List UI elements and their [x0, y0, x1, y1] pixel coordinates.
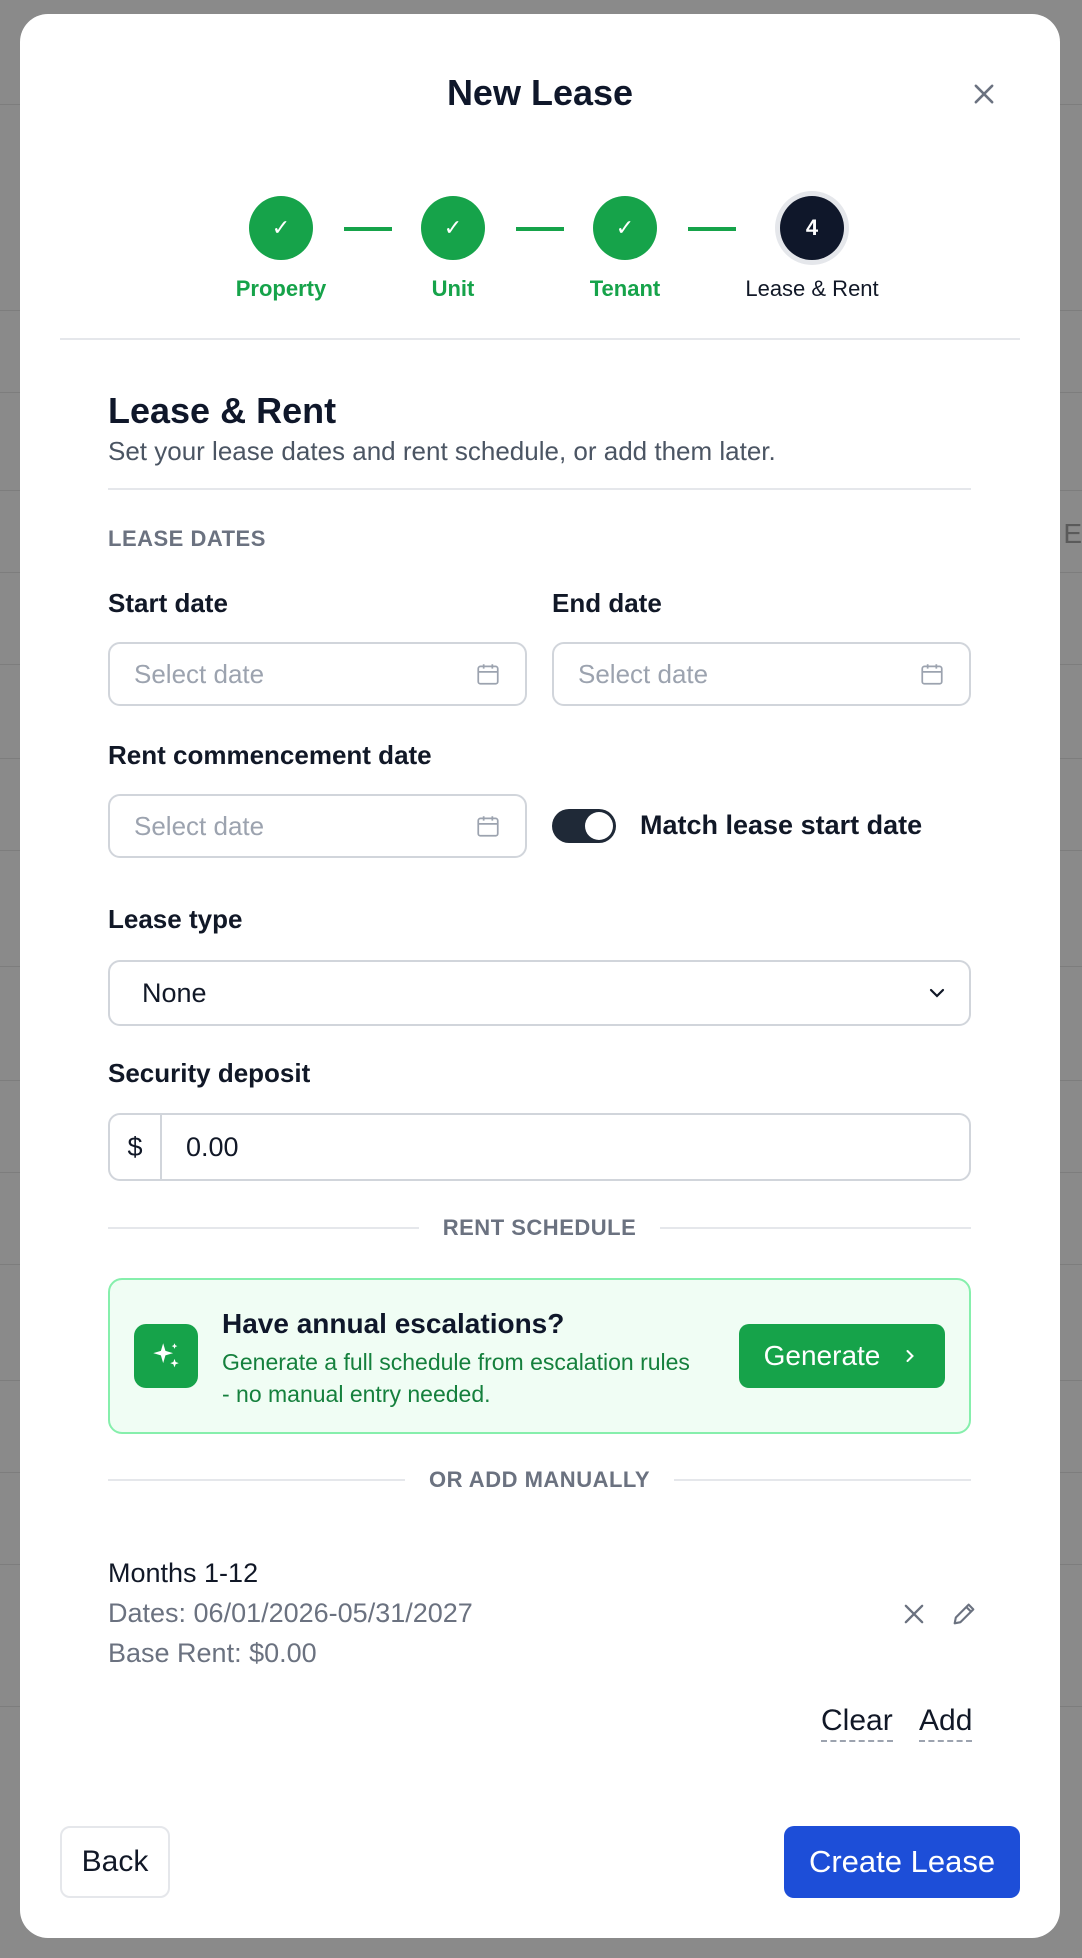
- step-unit[interactable]: ✓ Unit: [368, 196, 538, 302]
- currency-prefix: $: [110, 1115, 162, 1179]
- commencement-date-picker[interactable]: [108, 794, 527, 858]
- step-lease-rent[interactable]: 4 Lease & Rent: [712, 196, 912, 302]
- step-complete-check-icon: ✓: [421, 196, 485, 260]
- step-label: Tenant: [589, 276, 661, 301]
- rent-schedule-divider: RENT SCHEDULE: [108, 1215, 972, 1240]
- section-subtitle: Set your lease dates and rent schedule, …: [108, 436, 776, 466]
- step-label: Property: [235, 276, 327, 301]
- step-property[interactable]: ✓ Property: [196, 196, 366, 302]
- manual-entry-divider: OR ADD MANUALLY: [108, 1467, 972, 1492]
- row-dates: Dates: 06/01/2026-05/31/2027: [108, 1598, 473, 1628]
- escalation-description: Generate a full schedule from escalation…: [222, 1349, 690, 1407]
- back-button[interactable]: Back: [60, 1826, 170, 1898]
- escalation-callout: Have annual escalations? Generate a full…: [108, 1278, 971, 1434]
- section-title: Lease & Rent: [108, 390, 337, 431]
- generate-button[interactable]: Generate: [739, 1324, 945, 1388]
- manual-entry-heading: OR ADD MANUALLY: [429, 1467, 650, 1492]
- security-deposit-label: Security deposit: [108, 1058, 311, 1088]
- step-label: Unit: [431, 276, 475, 301]
- close-icon: [904, 1604, 924, 1624]
- edit-row-button[interactable]: [946, 1596, 982, 1632]
- chevron-right-icon: [906, 1350, 915, 1362]
- start-date-input[interactable]: [134, 658, 475, 690]
- escalation-title: Have annual escalations?: [222, 1308, 565, 1339]
- lease-dates-heading: LEASE DATES: [108, 526, 266, 551]
- add-row-button[interactable]: Add: [919, 1704, 973, 1742]
- row-period: Months 1-12: [108, 1558, 259, 1588]
- create-lease-button[interactable]: Create Lease: [784, 1826, 1020, 1898]
- rent-schedule-heading: RENT SCHEDULE: [442, 1215, 637, 1240]
- remove-row-button[interactable]: [896, 1596, 932, 1632]
- end-date-picker[interactable]: [552, 642, 971, 706]
- commencement-date-input[interactable]: [134, 810, 475, 842]
- row-base-rent: Base Rent: $0.00: [108, 1638, 317, 1668]
- chevron-down-icon: [929, 988, 945, 998]
- calendar-icon[interactable]: [475, 813, 501, 839]
- header-divider: [60, 338, 1020, 340]
- modal-title: New Lease: [446, 72, 634, 113]
- step-number-badge: 4: [780, 196, 844, 260]
- end-date-label: End date: [552, 588, 662, 618]
- security-deposit-input[interactable]: [162, 1115, 969, 1179]
- backdrop-text: E: [1063, 518, 1082, 549]
- calendar-icon[interactable]: [919, 661, 945, 687]
- close-icon: [974, 84, 994, 104]
- step-label: Lease & Rent: [745, 276, 879, 301]
- clear-schedule-button[interactable]: Clear: [821, 1704, 893, 1742]
- close-button[interactable]: [964, 74, 1004, 114]
- new-lease-modal: New Lease ✓ Property ✓ Unit ✓ Tenant 4 L…: [20, 14, 1060, 1938]
- step-complete-check-icon: ✓: [249, 196, 313, 260]
- security-deposit-field[interactable]: $: [108, 1113, 971, 1181]
- lease-type-value: None: [142, 977, 207, 1008]
- match-start-date-label: Match lease start date: [640, 810, 923, 840]
- progress-stepper: ✓ Property ✓ Unit ✓ Tenant 4 Lease & Ren…: [20, 196, 1060, 316]
- lease-type-label: Lease type: [108, 904, 243, 934]
- commencement-date-label: Rent commencement date: [108, 740, 432, 770]
- section-divider: [108, 488, 971, 490]
- step-tenant[interactable]: ✓ Tenant: [540, 196, 710, 302]
- generate-label: Generate: [763, 1340, 881, 1371]
- calendar-icon[interactable]: [475, 661, 501, 687]
- start-date-picker[interactable]: [108, 642, 527, 706]
- lease-type-select[interactable]: None: [108, 960, 971, 1026]
- end-date-input[interactable]: [578, 658, 919, 690]
- toggle-knob: [585, 812, 613, 840]
- start-date-label: Start date: [108, 588, 228, 618]
- sparkles-icon: [134, 1324, 198, 1388]
- step-complete-check-icon: ✓: [593, 196, 657, 260]
- pencil-icon: [953, 1603, 975, 1625]
- match-start-date-toggle[interactable]: [552, 809, 616, 843]
